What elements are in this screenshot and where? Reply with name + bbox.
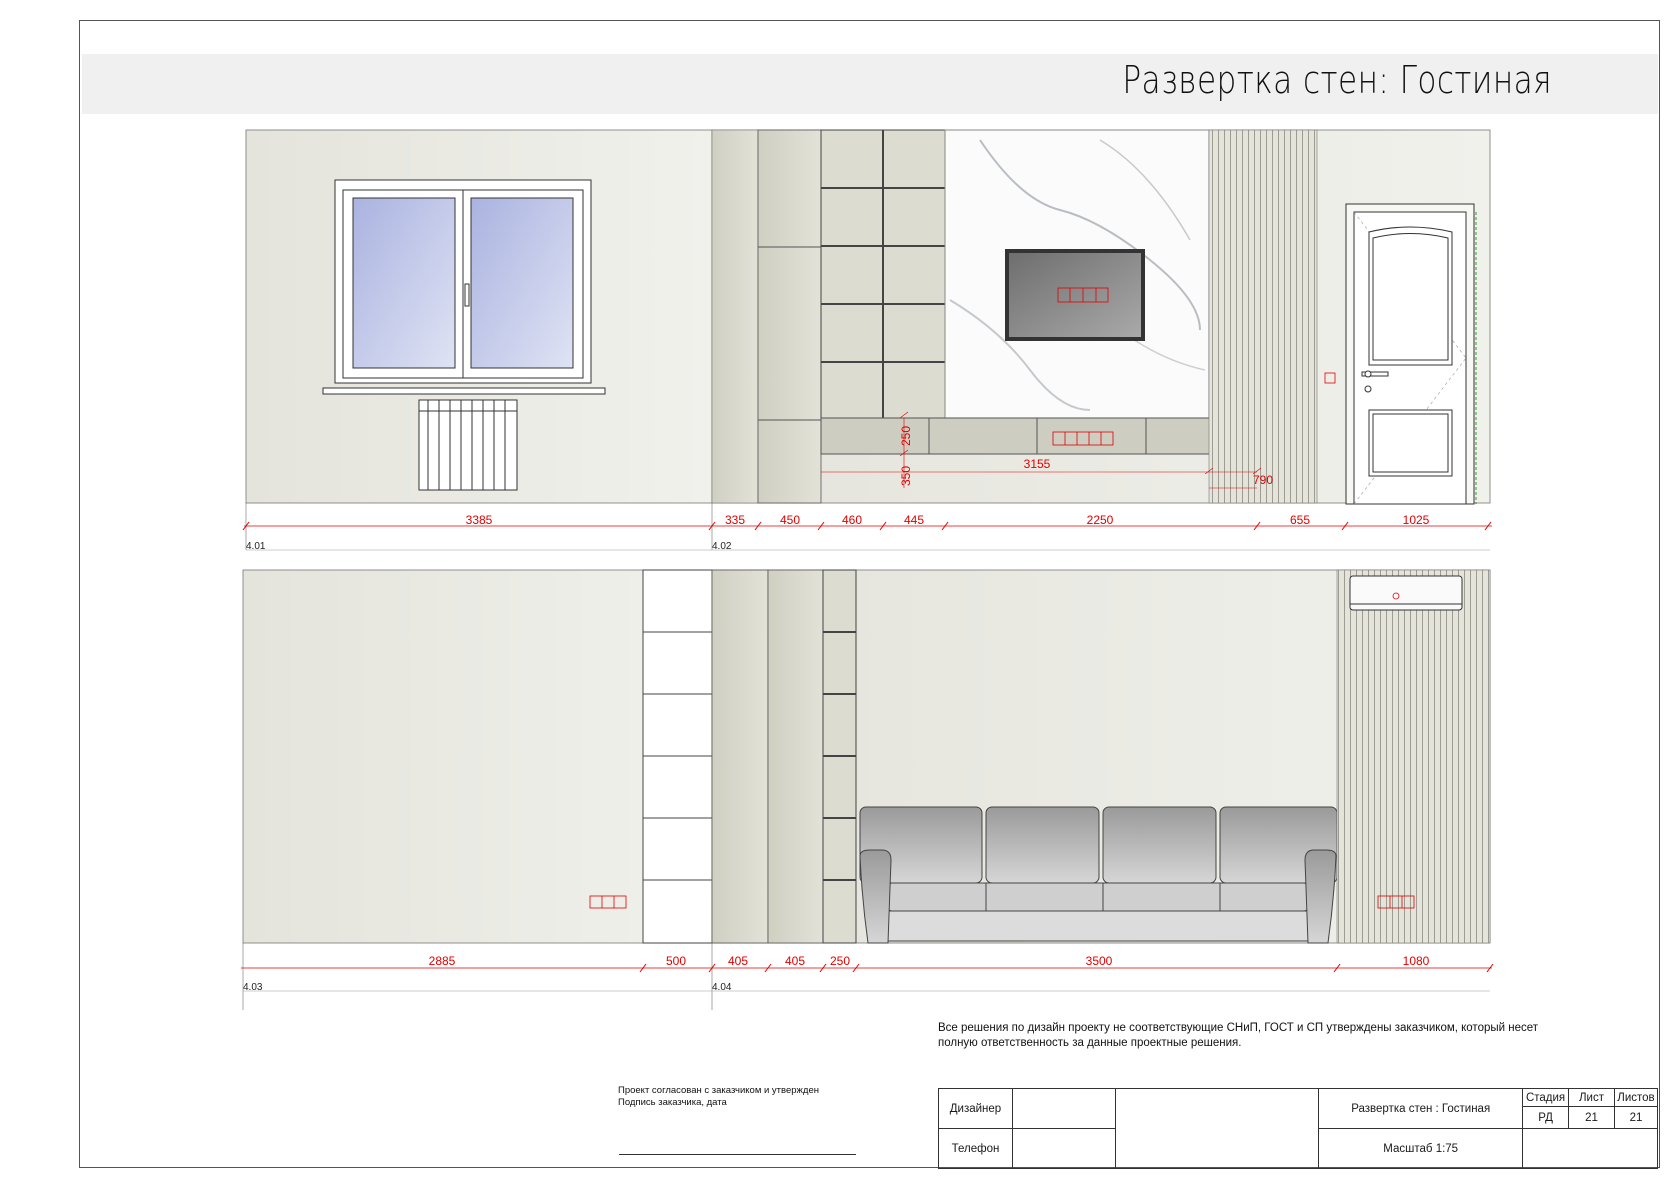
wall-4-04 — [711, 569, 1491, 944]
disclaimer-note: Все решения по дизайн проекту не соответ… — [938, 1022, 1539, 1049]
dim-label: 3385 — [466, 513, 493, 527]
wall-4-02 — [711, 129, 1491, 505]
scale-label: Масштаб 1:75 — [1318, 1128, 1524, 1169]
tv — [1005, 249, 1145, 341]
dim-label: 335 — [725, 513, 745, 527]
stage-value: РД — [1522, 1106, 1570, 1129]
blank-cell — [1114, 1088, 1320, 1169]
dim-label-vertical: 350 — [899, 466, 913, 486]
title-block: Дизайнер Развертка стен : Гостиная Стади… — [938, 1088, 1659, 1169]
approval-block: Проект согласован с заказчиком и утвержд… — [618, 1085, 819, 1109]
designer-label: Дизайнер — [938, 1088, 1013, 1129]
window — [322, 179, 606, 395]
signature-line — [619, 1154, 856, 1155]
phone-value — [1011, 1128, 1116, 1169]
sheet-title: Развертка стен : Гостиная — [1318, 1088, 1524, 1129]
dim-label: 1080 — [1403, 954, 1430, 968]
dim-label: 445 — [904, 513, 924, 527]
designer-value — [1011, 1088, 1116, 1129]
dim-label: 2250 — [1087, 513, 1114, 527]
narrow-shelving — [822, 569, 857, 944]
air-conditioner — [1349, 575, 1463, 611]
dim-label: 1025 — [1403, 513, 1430, 527]
shelving-unit — [820, 129, 946, 421]
dim-label: 2885 — [429, 954, 456, 968]
sheets-value: 21 — [1613, 1106, 1659, 1129]
wall-label: 4.04 — [712, 982, 732, 993]
dim-label: 3500 — [1086, 954, 1113, 968]
sheets-label: Листов — [1613, 1088, 1659, 1107]
dim-label: 405 — [728, 954, 748, 968]
wall-label: 4.03 — [243, 982, 263, 993]
dim-label: 405 — [785, 954, 805, 968]
sheet-label: Лист — [1568, 1088, 1615, 1107]
wall-4-03 — [242, 569, 713, 944]
signature-caption: Подпись заказчика, дата — [618, 1097, 727, 1108]
dim-label: 655 — [1290, 513, 1310, 527]
dim-label-vertical: 250 — [899, 426, 913, 446]
sofa — [859, 806, 1338, 944]
dim-label: 3155 — [1024, 457, 1051, 471]
open-shelf — [642, 569, 713, 944]
phone-label: Телефон — [938, 1128, 1013, 1169]
wall-elevations: 3385 335 450 460 445 2250 655 1025 250 3… — [241, 129, 1494, 1010]
dim-label: 460 — [842, 513, 862, 527]
dim-label: 500 — [666, 954, 686, 968]
approval-line: Проект согласован с заказчиком и утвержд… — [618, 1085, 819, 1096]
sheet-value: 21 — [1568, 1106, 1615, 1129]
door — [1345, 203, 1477, 505]
tv-console — [820, 417, 1258, 455]
dim-label: 450 — [780, 513, 800, 527]
wall-label: 4.02 — [712, 541, 732, 552]
dim-label: 250 — [830, 954, 850, 968]
stamp-blank — [1522, 1128, 1658, 1169]
wall-4-01 — [245, 129, 713, 504]
radiator — [418, 399, 518, 491]
stage-label: Стадия — [1522, 1088, 1570, 1107]
wall-label: 4.01 — [246, 541, 266, 552]
dim-label: 790 — [1253, 473, 1273, 487]
